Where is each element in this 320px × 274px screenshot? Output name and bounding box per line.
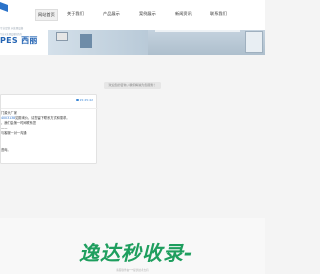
message-line-suffix: 如需询价，请您留下联系方式和需求。 bbox=[15, 116, 70, 120]
message-line: ，我们会第一时间联系您 bbox=[1, 121, 37, 125]
nav-products[interactable]: 产品展示 bbox=[103, 9, 120, 19]
nav-news[interactable]: 新闻资讯 bbox=[175, 9, 192, 19]
banner-title: PES 西丽 bbox=[0, 36, 38, 45]
main-nav: 网站首页 关于我们 产品展示 案例展示 新闻资讯 联系我们 bbox=[0, 0, 265, 30]
agent-message-bubble: 15:25:42 门源头厂家 4003138如需询价，请您留下联系方式和需求。 … bbox=[0, 94, 98, 164]
nav-about[interactable]: 关于我们 bbox=[67, 9, 84, 19]
message-line: 与客服一对一沟通 bbox=[1, 131, 27, 135]
nav-home[interactable]: 网站首页 bbox=[35, 9, 58, 21]
nav-cases[interactable]: 案例展示 bbox=[139, 9, 156, 19]
message-line: —— bbox=[1, 126, 8, 130]
clock-icon bbox=[75, 98, 79, 102]
watermark-text: 逸达秒收录- bbox=[79, 241, 194, 265]
footer-credit: 客服软件由***提供技术支持 bbox=[116, 269, 149, 272]
device-panel-image bbox=[80, 34, 92, 48]
pipe-image bbox=[155, 30, 240, 32]
chat-timestamp: 07:48 bbox=[128, 83, 137, 87]
message-line: 4003138如需询价，请您留下联系方式和需求。 bbox=[1, 116, 69, 120]
message-line: 门源头厂家 bbox=[1, 111, 17, 115]
message-time-text: 15:25:42 bbox=[79, 98, 93, 102]
phone-link[interactable]: 4003138 bbox=[1, 116, 15, 120]
tank-image bbox=[245, 31, 263, 53]
site-header: 专业定制 水处理设备 网站首页 关于我们 产品展示 案例展示 新闻资讯 联系我们 bbox=[0, 0, 265, 30]
system-notice: 欢迎您的咨询，我们竭诚为您服务！ bbox=[0, 71, 265, 90]
message-line: 咨询。 bbox=[1, 148, 11, 152]
message-time: 15:25:42 bbox=[75, 98, 93, 102]
nav-contact[interactable]: 联系我们 bbox=[210, 9, 227, 19]
banner-brand-panel: 专业水处理设备制造商 PES 西丽 bbox=[0, 30, 48, 55]
device-image bbox=[56, 32, 68, 41]
hero-banner: 专业水处理设备制造商 PES 西丽 bbox=[0, 30, 265, 55]
